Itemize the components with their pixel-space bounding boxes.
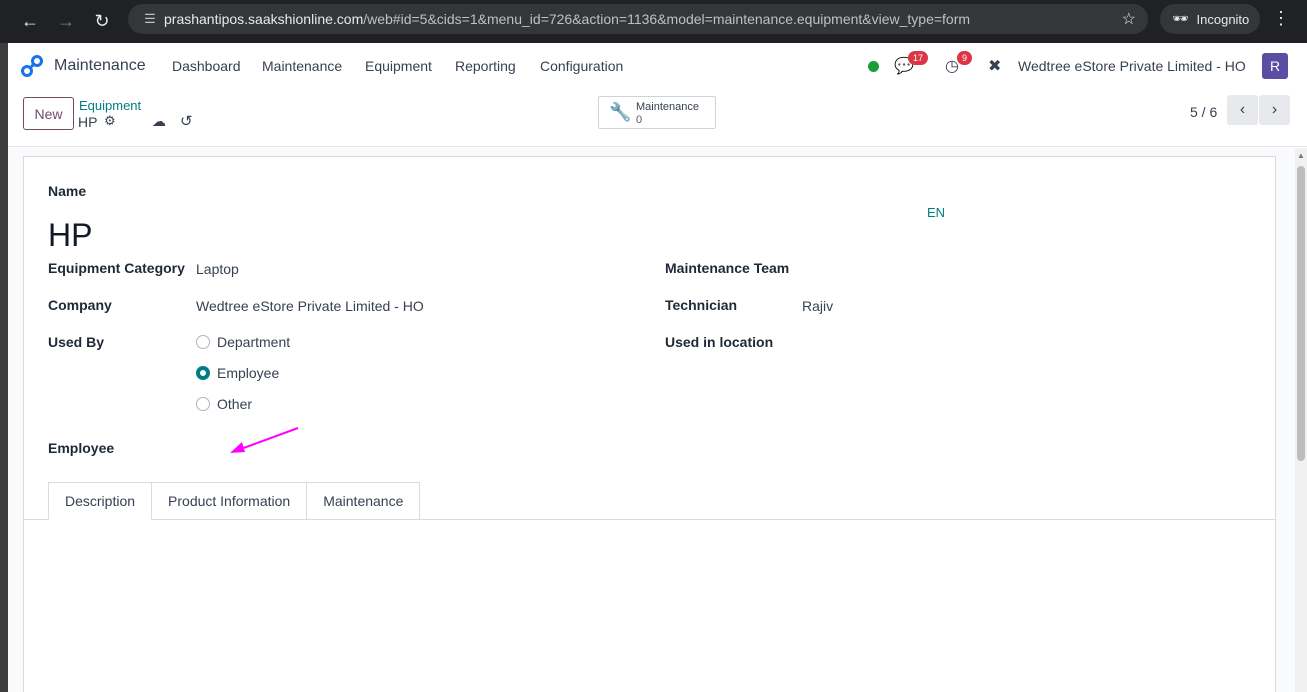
tab-description[interactable]: Description	[48, 482, 153, 520]
tab-product-information[interactable]: Product Information	[152, 482, 308, 520]
equipment-category-field[interactable]: Laptop	[196, 261, 239, 277]
radio-label-other: Other	[217, 396, 253, 412]
chevron-right-icon: ›	[1271, 101, 1278, 118]
discard-icon[interactable]: ↺	[180, 112, 193, 130]
menu-reporting[interactable]: Reporting	[455, 58, 516, 74]
employee-label: Employee	[48, 440, 115, 456]
reload-icon[interactable]: ↻	[84, 3, 120, 39]
left-edge	[0, 43, 8, 692]
browser-menu-icon[interactable]: ⋮	[1272, 8, 1290, 29]
incognito-label: Incognito	[1196, 11, 1250, 27]
main-navbar: Maintenance Dashboard Maintenance Equipm…	[8, 43, 1307, 89]
pager-value[interactable]: 5 / 6	[1190, 104, 1217, 120]
back-icon[interactable]: ←	[12, 3, 48, 39]
chat-count-badge: 17	[908, 51, 929, 65]
app-name[interactable]: Maintenance	[54, 57, 146, 75]
name-label: Name	[48, 183, 87, 199]
maintenance-smart-button[interactable]: 🔧 Maintenance 0	[598, 96, 716, 129]
gear-icon[interactable]: ⚙	[104, 113, 116, 129]
wrench-icon: 🔧	[609, 102, 632, 122]
radio-label-department: Department	[217, 334, 291, 350]
used-in-location-label: Used in location	[665, 334, 774, 350]
technician-label: Technician	[665, 297, 738, 313]
form-sheet: Name HP EN Equipment Category Laptop Com…	[23, 156, 1276, 692]
maintenance-team-label: Maintenance Team	[665, 260, 790, 276]
scroll-thumb[interactable]	[1297, 166, 1305, 461]
activity-count-badge: 9	[957, 51, 973, 65]
radio-circle-selected[interactable]	[196, 366, 210, 380]
address-bar[interactable]: ☰ prashantipos.saakshionline.com/web#id=…	[128, 4, 1148, 34]
radio-label-employee: Employee	[217, 365, 280, 381]
company-label: Company	[48, 297, 112, 313]
company-field[interactable]: Wedtree eStore Private Limited - HO	[196, 298, 424, 314]
company-switcher[interactable]: Wedtree eStore Private Limited - HO	[1018, 58, 1246, 74]
radio-employee[interactable]: Employee	[196, 365, 279, 381]
name-field[interactable]: HP	[48, 217, 92, 254]
notebook-tabs: Description Product Information Maintena…	[48, 482, 421, 520]
new-button[interactable]: New	[23, 97, 74, 130]
equipment-category-label: Equipment Category	[48, 260, 185, 276]
menu-equipment[interactable]: Equipment	[365, 58, 432, 74]
technician-field[interactable]: Rajiv	[802, 298, 833, 314]
online-status-icon	[868, 61, 879, 72]
radio-other[interactable]: Other	[196, 396, 252, 412]
pager-next-button[interactable]: ›	[1259, 95, 1290, 125]
scrollbar[interactable]: ▲	[1295, 148, 1307, 692]
url-host: prashantipos.saakshionline.com	[164, 11, 364, 27]
pager-previous-button[interactable]: ‹	[1227, 95, 1258, 125]
debug-tools-icon[interactable]: ✖	[988, 56, 1001, 76]
control-panel: New Equipment HP ⚙ ☁ ↺ 🔧 Maintenance 0 5…	[8, 89, 1307, 147]
site-settings-icon[interactable]: ☰	[136, 11, 164, 27]
tab-maintenance[interactable]: Maintenance	[307, 482, 421, 520]
user-avatar[interactable]: R	[1262, 53, 1288, 79]
menu-maintenance[interactable]: Maintenance	[262, 58, 342, 74]
odoo-app: Maintenance Dashboard Maintenance Equipm…	[8, 43, 1307, 692]
url-text[interactable]: prashantipos.saakshionline.com/web#id=5&…	[164, 11, 970, 27]
breadcrumb-current: HP	[78, 114, 98, 130]
forward-icon[interactable]: →	[48, 3, 84, 39]
chevron-left-icon: ‹	[1239, 101, 1246, 118]
radio-circle[interactable]	[196, 335, 210, 349]
annotation-arrow	[230, 427, 299, 453]
incognito-indicator[interactable]: 🕶 Incognito	[1160, 4, 1260, 34]
scroll-up-icon[interactable]: ▲	[1297, 151, 1305, 160]
url-path: /web#id=5&cids=1&menu_id=726&action=1136…	[363, 11, 971, 27]
app-logo-icon[interactable]	[20, 54, 44, 78]
menu-dashboard[interactable]: Dashboard	[172, 58, 241, 74]
used-by-label: Used By	[48, 334, 105, 350]
smart-button-count: 0	[636, 114, 643, 126]
breadcrumb-equipment[interactable]: Equipment	[79, 98, 141, 113]
menu-configuration[interactable]: Configuration	[540, 58, 623, 74]
bookmark-star-icon[interactable]: ☆	[1122, 9, 1136, 29]
incognito-icon: 🕶	[1172, 11, 1189, 26]
smart-button-label: Maintenance	[636, 101, 699, 113]
radio-department[interactable]: Department	[196, 334, 290, 350]
language-button[interactable]: EN	[927, 205, 945, 220]
save-cloud-icon[interactable]: ☁	[152, 113, 166, 130]
radio-circle[interactable]	[196, 397, 210, 411]
browser-toolbar: ← → ↻ ☰ prashantipos.saakshionline.com/w…	[0, 0, 1307, 43]
